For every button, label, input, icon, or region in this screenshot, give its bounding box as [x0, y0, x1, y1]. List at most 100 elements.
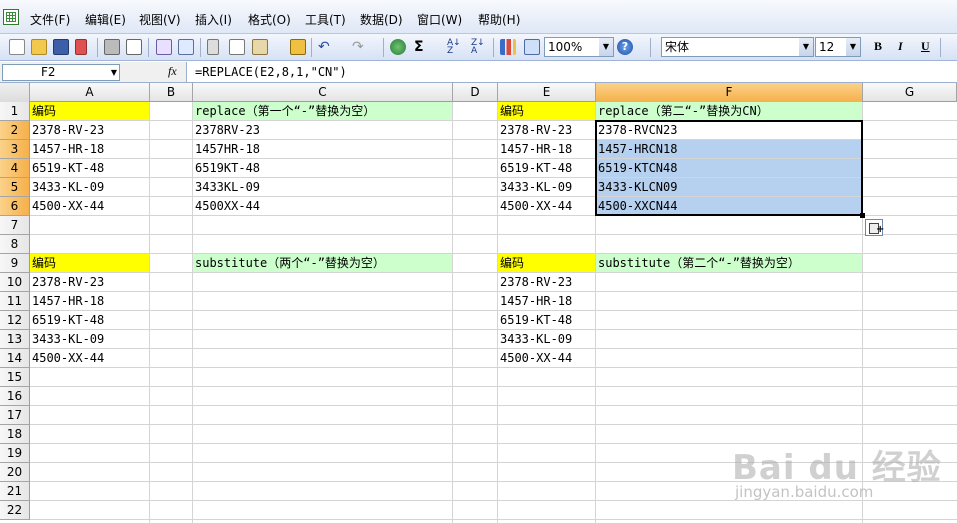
cut-icon[interactable]	[207, 39, 219, 55]
row-header-10[interactable]: 10	[0, 273, 30, 292]
bold-button[interactable]: B	[874, 39, 882, 54]
font-name-dropdown[interactable]: 宋体 ▼	[661, 37, 814, 57]
row-header-15[interactable]: 15	[0, 368, 30, 387]
cell-e4[interactable]: 6519-KT-48	[498, 159, 595, 177]
select-all-corner[interactable]	[0, 83, 30, 102]
row-header-17[interactable]: 17	[0, 406, 30, 425]
insert-function-icon[interactable]: fx	[168, 64, 177, 79]
chart-wizard-icon[interactable]	[500, 39, 516, 55]
cell-e3[interactable]: 1457-HR-18	[498, 140, 595, 158]
row-header-13[interactable]: 13	[0, 330, 30, 349]
cell-c6[interactable]: 4500XX-44	[193, 197, 452, 215]
menu-format[interactable]: 格式(O)	[248, 11, 291, 28]
cell-a1[interactable]: 编码	[30, 102, 149, 120]
menu-window[interactable]: 窗口(W)	[417, 11, 462, 28]
cell-c3[interactable]: 1457HR-18	[193, 140, 452, 158]
cell-c1[interactable]: replace（第一个“-”替换为空）	[193, 102, 452, 120]
sort-descending-icon[interactable]: Z↓ A	[471, 39, 487, 56]
cell-c5[interactable]: 3433KL-09	[193, 178, 452, 196]
column-header-d[interactable]: D	[453, 83, 498, 102]
cell-a10[interactable]: 2378-RV-23	[30, 273, 149, 291]
row-header-22[interactable]: 22	[0, 501, 30, 520]
menu-data[interactable]: 数据(D)	[360, 11, 403, 28]
row-header-18[interactable]: 18	[0, 425, 30, 444]
menu-file[interactable]: 文件(F)	[30, 11, 70, 28]
menu-insert[interactable]: 插入(I)	[195, 11, 232, 28]
column-header-a[interactable]: A	[30, 83, 150, 102]
cell-e13[interactable]: 3433-KL-09	[498, 330, 595, 348]
cell-c4[interactable]: 6519KT-48	[193, 159, 452, 177]
column-header-f[interactable]: F	[596, 83, 863, 102]
cell-a12[interactable]: 6519-KT-48	[30, 311, 149, 329]
row-header-20[interactable]: 20	[0, 463, 30, 482]
column-header-g[interactable]: G	[863, 83, 957, 102]
cell-e14[interactable]: 4500-XX-44	[498, 349, 595, 367]
cell-a11[interactable]: 1457-HR-18	[30, 292, 149, 310]
row-header-2[interactable]: 2	[0, 121, 30, 140]
cell-e9[interactable]: 编码	[498, 254, 595, 272]
row-header-1[interactable]: 1	[0, 102, 30, 121]
cell-e5[interactable]: 3433-KL-09	[498, 178, 595, 196]
permission-icon[interactable]	[75, 39, 87, 55]
copy-icon[interactable]	[229, 39, 245, 55]
formula-input[interactable]: =REPLACE(E2,8,1,"CN")	[186, 62, 957, 82]
row-header-11[interactable]: 11	[0, 292, 30, 311]
font-size-dropdown[interactable]: 12 ▼	[815, 37, 861, 57]
cell-a6[interactable]: 4500-XX-44	[30, 197, 149, 215]
cell-a14[interactable]: 4500-XX-44	[30, 349, 149, 367]
cell-e12[interactable]: 6519-KT-48	[498, 311, 595, 329]
selection-range-f2-f6[interactable]	[595, 120, 863, 216]
print-preview-icon[interactable]	[126, 39, 142, 55]
column-header-b[interactable]: B	[150, 83, 193, 102]
cell-e11[interactable]: 1457-HR-18	[498, 292, 595, 310]
cell-a3[interactable]: 1457-HR-18	[30, 140, 149, 158]
row-header-9[interactable]: 9	[0, 254, 30, 273]
row-header-16[interactable]: 16	[0, 387, 30, 406]
cell-a2[interactable]: 2378-RV-23	[30, 121, 149, 139]
column-header-c[interactable]: C	[193, 83, 453, 102]
column-header-e[interactable]: E	[498, 83, 596, 102]
cell-e1[interactable]: 编码	[498, 102, 595, 120]
cell-a5[interactable]: 3433-KL-09	[30, 178, 149, 196]
autosum-icon[interactable]: Σ	[414, 39, 430, 55]
cell-e6[interactable]: 4500-XX-44	[498, 197, 595, 215]
menu-view[interactable]: 视图(V)	[139, 11, 181, 28]
sort-ascending-icon[interactable]: A↓ Z	[447, 39, 463, 56]
fill-handle[interactable]	[860, 213, 865, 218]
cell-a4[interactable]: 6519-KT-48	[30, 159, 149, 177]
open-folder-icon[interactable]	[31, 39, 47, 55]
paste-options-icon[interactable]	[865, 219, 884, 236]
cell-f9[interactable]: substitute（第二个“-”替换为空）	[596, 254, 862, 272]
row-header-19[interactable]: 19	[0, 444, 30, 463]
help-icon[interactable]: ?	[617, 39, 633, 55]
cell-c2[interactable]: 2378RV-23	[193, 121, 452, 139]
cell-f1[interactable]: replace（第二“-”替换为CN）	[596, 102, 862, 120]
row-header-4[interactable]: 4	[0, 159, 30, 178]
row-header-21[interactable]: 21	[0, 482, 30, 501]
excel-app-icon[interactable]	[3, 9, 19, 25]
menu-tools[interactable]: 工具(T)	[305, 11, 346, 28]
row-header-7[interactable]: 7	[0, 216, 30, 235]
print-icon[interactable]	[104, 39, 120, 55]
row-header-3[interactable]: 3	[0, 140, 30, 159]
hyperlink-icon[interactable]	[390, 39, 406, 55]
cell-a9[interactable]: 编码	[30, 254, 149, 272]
italic-button[interactable]: I	[898, 39, 903, 54]
format-painter-icon[interactable]	[290, 39, 306, 55]
cell-a13[interactable]: 3433-KL-09	[30, 330, 149, 348]
row-header-6[interactable]: 6	[0, 197, 30, 216]
row-header-12[interactable]: 12	[0, 311, 30, 330]
name-box[interactable]: F2 ▼	[2, 64, 120, 81]
row-header-5[interactable]: 5	[0, 178, 30, 197]
drawing-icon[interactable]	[524, 39, 540, 55]
row-header-14[interactable]: 14	[0, 349, 30, 368]
menu-edit[interactable]: 编辑(E)	[85, 11, 126, 28]
zoom-dropdown[interactable]: 100% ▼	[544, 37, 614, 57]
redo-icon[interactable]: ↷	[352, 39, 368, 55]
paste-icon[interactable]	[252, 39, 268, 55]
cell-c9[interactable]: substitute（两个“-”替换为空）	[193, 254, 452, 272]
spelling-icon[interactable]	[156, 39, 172, 55]
save-icon[interactable]	[53, 39, 69, 55]
underline-button[interactable]: U	[921, 39, 930, 54]
cell-e2[interactable]: 2378-RV-23	[498, 121, 595, 139]
